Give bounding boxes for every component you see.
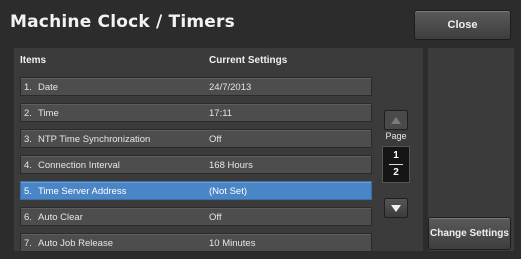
item-value: 24/7/2013 — [209, 82, 252, 93]
item-value: 168 Hours — [209, 160, 253, 171]
list-item[interactable]: 6. Auto Clear Off — [20, 207, 372, 226]
item-name: Auto Clear — [38, 212, 83, 223]
triangle-down-icon — [391, 204, 401, 212]
item-number: 1. — [24, 82, 32, 93]
item-value: Off — [209, 134, 222, 145]
item-name: Date — [38, 82, 59, 93]
settings-panel: Items Current Settings 1. Date 24/7/2013… — [14, 48, 423, 252]
page-indicator: 1 2 — [382, 146, 410, 183]
item-number: 3. — [24, 134, 32, 145]
list-item-selected[interactable]: 5. Time Server Address (Not Set) — [20, 181, 372, 200]
current-page: 1 — [393, 150, 399, 161]
change-settings-button[interactable]: Change Settings — [428, 217, 511, 250]
column-header-items: Items — [20, 55, 47, 66]
item-number: 7. — [24, 238, 32, 249]
item-name: Connection Interval — [38, 160, 120, 171]
list-item[interactable]: 2. Time 17:11 — [20, 103, 372, 122]
item-value: 17:11 — [209, 108, 233, 119]
page-title: Machine Clock / Timers — [10, 12, 235, 32]
list-item[interactable]: 1. Date 24/7/2013 — [20, 77, 372, 96]
item-name: Auto Job Release — [38, 238, 113, 249]
item-number: 4. — [24, 160, 32, 171]
total-pages: 2 — [393, 167, 399, 178]
item-name: Time — [38, 108, 59, 119]
column-header-settings: Current Settings — [209, 55, 288, 66]
close-button[interactable]: Close — [414, 10, 511, 40]
item-number: 6. — [24, 212, 32, 223]
page-divider — [389, 164, 403, 165]
list-item[interactable]: 3. NTP Time Synchronization Off — [20, 129, 372, 148]
item-value: (Not Set) — [209, 186, 248, 197]
item-number: 5. — [24, 186, 32, 197]
item-number: 2. — [24, 108, 32, 119]
page-label: Page — [385, 131, 407, 141]
list-item[interactable]: 4. Connection Interval 168 Hours — [20, 155, 372, 174]
item-value: Off — [209, 212, 222, 223]
triangle-up-icon — [391, 116, 401, 124]
scroll-up-button[interactable] — [384, 110, 408, 130]
scroll-down-button[interactable] — [384, 198, 408, 218]
item-value: 10 Minutes — [209, 238, 256, 249]
list-item[interactable]: 7. Auto Job Release 10 Minutes — [20, 233, 372, 252]
settings-list: 1. Date 24/7/2013 2. Time 17:11 3. NTP T… — [20, 77, 372, 259]
item-name: NTP Time Synchronization — [38, 134, 151, 145]
item-name: Time Server Address — [38, 186, 127, 197]
